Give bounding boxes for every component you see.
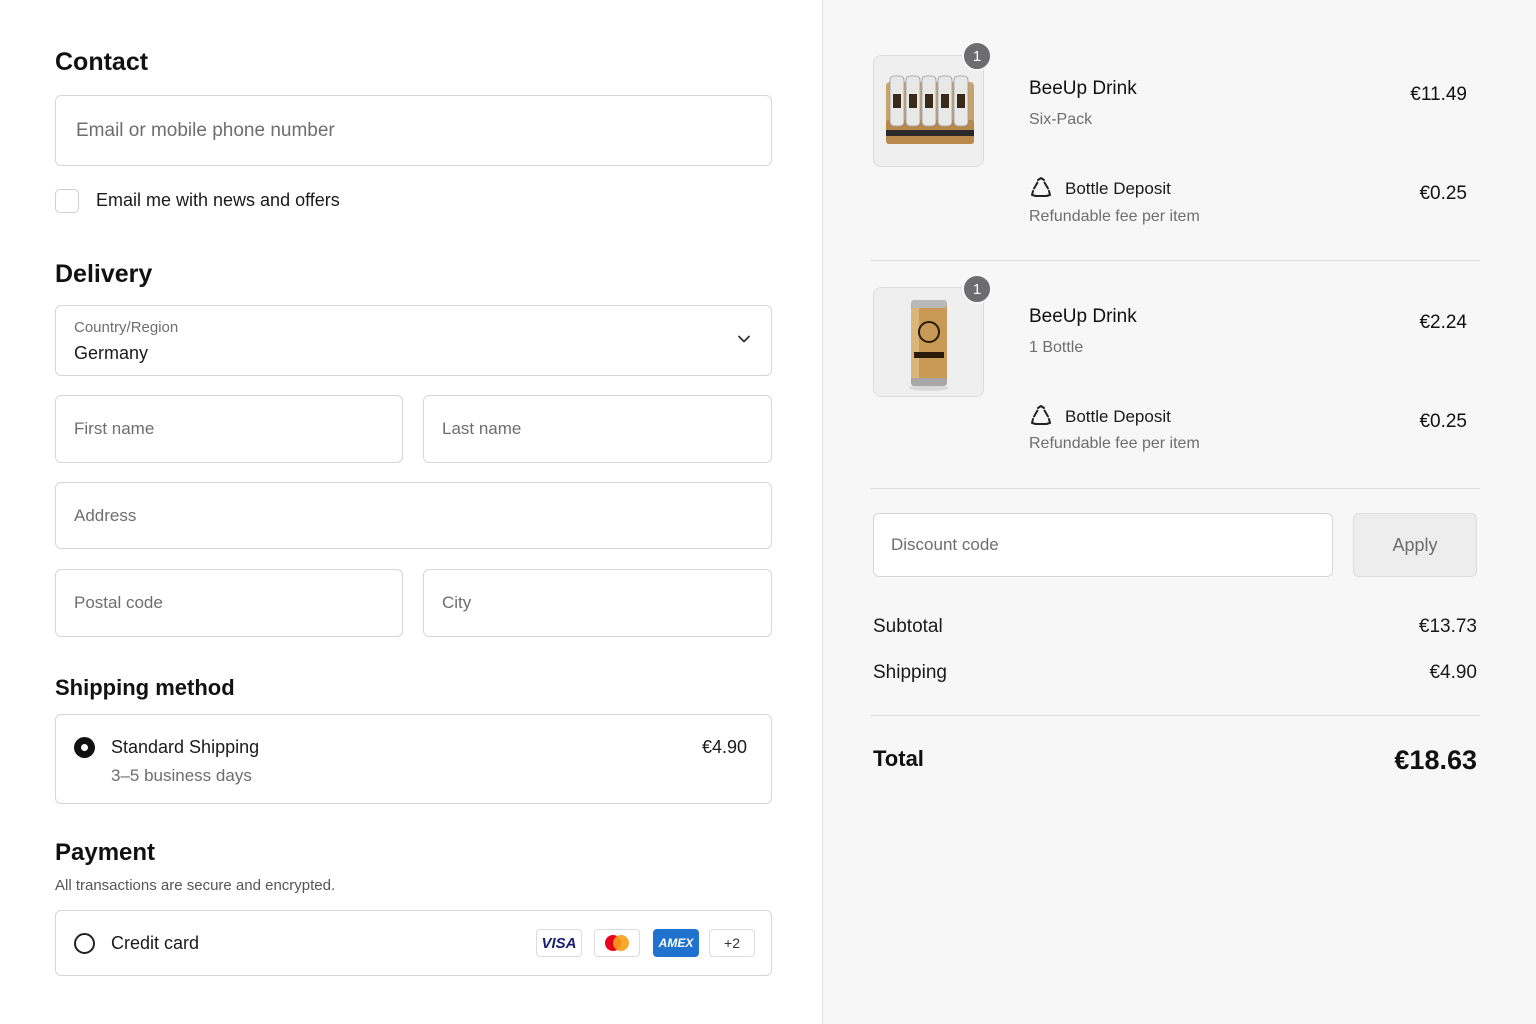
last-name-placeholder: Last name bbox=[442, 419, 522, 438]
item-variant: Six-Pack bbox=[1029, 111, 1093, 128]
item-name: BeeUp Drink bbox=[1029, 78, 1137, 99]
postal-code-input[interactable]: Postal code bbox=[55, 569, 403, 637]
subtotal-label: Subtotal bbox=[873, 616, 943, 637]
shipping-label: Shipping bbox=[873, 662, 947, 683]
shipping-radio-selected[interactable] bbox=[74, 737, 95, 758]
payment-option-credit-card[interactable]: Credit card VISA AMEX +2 bbox=[55, 910, 772, 976]
deposit-price: €0.25 bbox=[1419, 411, 1467, 432]
product-image-six-pack bbox=[873, 55, 984, 167]
shipping-option-name: Standard Shipping bbox=[111, 737, 260, 757]
total-value: €18.63 bbox=[1394, 745, 1477, 775]
address-input[interactable]: Address bbox=[55, 482, 772, 549]
order-summary-panel: 1 BeeUp Drink Six-Pack €11.49 Bottle Dep… bbox=[823, 0, 1536, 1024]
email-placeholder: Email or mobile phone number bbox=[76, 119, 335, 141]
deposit-name: Bottle Deposit bbox=[1065, 179, 1171, 198]
contact-heading: Contact bbox=[55, 48, 149, 76]
recycle-icon bbox=[1031, 405, 1051, 425]
discount-placeholder: Discount code bbox=[891, 535, 999, 554]
product-image-bottle bbox=[873, 287, 984, 397]
subtotal-value: €13.73 bbox=[1418, 616, 1477, 637]
first-name-input[interactable]: First name bbox=[55, 395, 403, 463]
amex-logo-icon: AMEX bbox=[653, 929, 699, 957]
divider bbox=[870, 488, 1480, 489]
postal-code-placeholder: Postal code bbox=[74, 593, 163, 612]
shipping-option-standard[interactable]: Standard Shipping 3–5 business days €4.9… bbox=[55, 714, 772, 804]
apply-discount-button[interactable]: Apply bbox=[1353, 513, 1477, 577]
item-price: €11.49 bbox=[1410, 84, 1467, 105]
shipping-value: €4.90 bbox=[1429, 662, 1477, 683]
payment-heading: Payment bbox=[55, 839, 156, 866]
item-price: €2.24 bbox=[1419, 312, 1467, 333]
shipping-option-days: 3–5 business days bbox=[111, 766, 252, 785]
shipping-method-heading: Shipping method bbox=[55, 675, 235, 700]
checkout-form-panel: Contact Email or mobile phone number Ema… bbox=[0, 0, 823, 1024]
shipping-option-price: €4.90 bbox=[701, 737, 747, 757]
country-label: Country/Region bbox=[74, 319, 179, 336]
total-label: Total bbox=[873, 746, 924, 771]
quantity-badge: 1 bbox=[962, 274, 992, 304]
delivery-heading: Delivery bbox=[55, 260, 153, 288]
chevron-down-icon bbox=[738, 335, 750, 343]
item-variant: 1 Bottle bbox=[1029, 339, 1084, 356]
newsletter-label: Email me with news and offers bbox=[96, 190, 340, 210]
deposit-description: Refundable fee per item bbox=[1029, 435, 1200, 452]
deposit-name: Bottle Deposit bbox=[1065, 407, 1171, 426]
discount-code-input[interactable]: Discount code bbox=[873, 513, 1333, 577]
credit-card-label: Credit card bbox=[111, 933, 200, 953]
email-input[interactable]: Email or mobile phone number bbox=[55, 95, 772, 166]
last-name-input[interactable]: Last name bbox=[423, 395, 772, 463]
deposit-price: €0.25 bbox=[1419, 183, 1467, 204]
divider bbox=[870, 260, 1480, 261]
payment-subtitle: All transactions are secure and encrypte… bbox=[55, 877, 336, 894]
first-name-placeholder: First name bbox=[74, 419, 155, 438]
address-placeholder: Address bbox=[74, 505, 137, 525]
divider bbox=[870, 715, 1480, 716]
payment-radio[interactable] bbox=[74, 933, 95, 954]
item-name: BeeUp Drink bbox=[1029, 306, 1137, 327]
recycle-icon bbox=[1031, 177, 1051, 197]
country-select[interactable]: Country/Region Germany bbox=[55, 305, 772, 376]
newsletter-checkbox[interactable] bbox=[55, 189, 79, 213]
deposit-description: Refundable fee per item bbox=[1029, 208, 1200, 225]
mastercard-logo-icon bbox=[594, 929, 640, 957]
city-input[interactable]: City bbox=[423, 569, 772, 637]
country-value: Germany bbox=[74, 343, 149, 363]
quantity-badge: 1 bbox=[962, 41, 992, 71]
visa-logo-icon: VISA bbox=[536, 929, 582, 957]
city-placeholder: City bbox=[442, 593, 472, 612]
more-cards-badge: +2 bbox=[709, 929, 755, 957]
